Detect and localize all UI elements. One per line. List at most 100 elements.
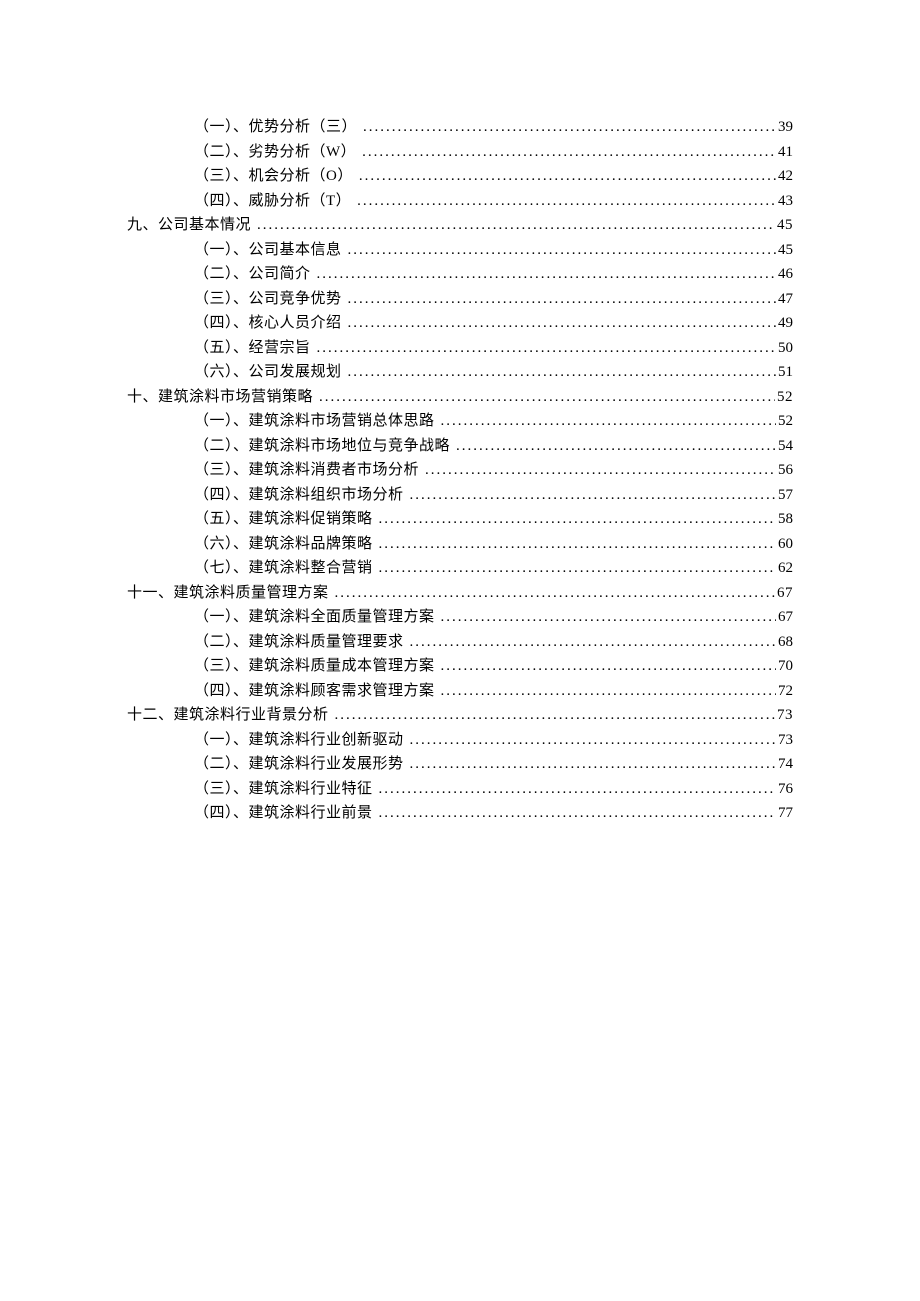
- toc-entry: （七）、建筑涂料整合营销 62: [194, 556, 793, 581]
- toc-entry-page: 45: [777, 213, 793, 238]
- toc-entry-label: （一）、建筑涂料行业创新驱动: [194, 728, 404, 753]
- toc-leader-dots: [441, 605, 776, 630]
- toc-entry-page: 74: [778, 752, 793, 777]
- toc-entry: 十、建筑涂料市场营销策略 52: [127, 385, 793, 410]
- toc-entry: （五）、经营宗旨50: [194, 336, 793, 361]
- toc-leader-dots: [335, 703, 775, 728]
- toc-entry-page: 67: [778, 605, 793, 630]
- toc-entry-page: 76: [778, 777, 793, 802]
- toc-leader-dots: [379, 532, 776, 557]
- toc-entry-label: （四）、核心人员介绍: [194, 311, 342, 336]
- toc-entry: 九、公司基本情况 45: [127, 213, 793, 238]
- toc-entry: （六）、公司发展规划 51: [194, 360, 793, 385]
- toc-leader-dots: [456, 434, 776, 459]
- toc-entry-label: 十二、建筑涂料行业背景分析: [127, 703, 329, 728]
- toc-entry: （四）、建筑涂料行业前景 77: [194, 801, 793, 826]
- toc-entry-label: 十一、建筑涂料质量管理方案: [127, 581, 329, 606]
- toc-entry: （二）、建筑涂料市场地位与竞争战略 54: [194, 434, 793, 459]
- toc-entry: （一）、优势分析（三） 39: [194, 115, 793, 140]
- toc-entry-page: 68: [778, 630, 793, 655]
- toc-leader-dots: [379, 556, 776, 581]
- toc-entry-page: 43: [778, 189, 793, 214]
- toc-leader-dots: [348, 311, 776, 336]
- table-of-contents: （一）、优势分析（三）39（二）、劣势分析（W）41（三）、机会分析（O）42（…: [127, 115, 793, 826]
- toc-entry: （一）、建筑涂料市场营销总体思路52: [194, 409, 793, 434]
- toc-entry-page: 47: [778, 287, 793, 312]
- toc-entry-page: 51: [778, 360, 793, 385]
- toc-entry-page: 42: [778, 164, 793, 189]
- toc-entry: （四）、建筑涂料组织市场分析 57: [194, 483, 793, 508]
- toc-entry-label: （三）、公司竞争优势: [194, 287, 342, 312]
- toc-leader-dots: [335, 581, 775, 606]
- toc-entry: 十二、建筑涂料行业背景分析 73: [127, 703, 793, 728]
- toc-entry-page: 73: [777, 703, 793, 728]
- toc-leader-dots: [359, 164, 776, 189]
- toc-entry-label: （四）、建筑涂料组织市场分析: [194, 483, 404, 508]
- toc-entry-label: 九、公司基本情况: [127, 213, 251, 238]
- toc-entry-page: 67: [777, 581, 793, 606]
- toc-leader-dots: [362, 140, 776, 165]
- toc-leader-dots: [410, 630, 776, 655]
- toc-leader-dots: [379, 801, 776, 826]
- toc-entry-label: （一）、公司基本信息: [194, 238, 342, 263]
- toc-entry: （四）、威胁分析（T） 43: [194, 189, 793, 214]
- toc-entry: （五）、建筑涂料促销策略58: [194, 507, 793, 532]
- toc-leader-dots: [317, 336, 776, 361]
- toc-entry-page: 58: [778, 507, 793, 532]
- toc-leader-dots: [410, 728, 776, 753]
- toc-entry-page: 72: [778, 679, 793, 704]
- toc-entry-page: 56: [778, 458, 793, 483]
- toc-entry-page: 57: [778, 483, 793, 508]
- toc-entry: （二）、劣势分析（W）41: [194, 140, 793, 165]
- toc-entry-label: （二）、公司简介: [194, 262, 311, 287]
- toc-entry-label: （二）、建筑涂料市场地位与竞争战略: [194, 434, 450, 459]
- toc-leader-dots: [317, 262, 776, 287]
- toc-entry-label: （七）、建筑涂料整合营销: [194, 556, 373, 581]
- toc-entry: （六）、建筑涂料品牌策略 60: [194, 532, 793, 557]
- toc-entry-page: 60: [778, 532, 793, 557]
- toc-entry-label: （一）、建筑涂料全面质量管理方案: [194, 605, 435, 630]
- toc-entry-page: 70: [778, 654, 793, 679]
- toc-entry-page: 62: [778, 556, 793, 581]
- toc-entry-label: （四）、建筑涂料行业前景: [194, 801, 373, 826]
- toc-leader-dots: [379, 777, 776, 802]
- toc-entry-page: 39: [778, 115, 793, 140]
- toc-leader-dots: [348, 360, 776, 385]
- toc-leader-dots: [441, 409, 776, 434]
- toc-entry-page: 46: [778, 262, 793, 287]
- toc-entry-label: 十、建筑涂料市场营销策略: [127, 385, 313, 410]
- toc-leader-dots: [319, 385, 775, 410]
- toc-leader-dots: [410, 483, 776, 508]
- toc-entry-page: 77: [778, 801, 793, 826]
- toc-leader-dots: [425, 458, 776, 483]
- toc-entry: （三）、建筑涂料质量成本管理方案70: [194, 654, 793, 679]
- toc-entry: （三）、建筑涂料行业特征76: [194, 777, 793, 802]
- toc-leader-dots: [379, 507, 776, 532]
- toc-leader-dots: [441, 654, 776, 679]
- toc-entry: （三）、机会分析（O） 42: [194, 164, 793, 189]
- toc-entry: （二）、建筑涂料行业发展形势74: [194, 752, 793, 777]
- toc-entry: 十一、建筑涂料质量管理方案 67: [127, 581, 793, 606]
- toc-entry: （一）、公司基本信息 45: [194, 238, 793, 263]
- toc-entry-label: （五）、经营宗旨: [194, 336, 311, 361]
- toc-entry: （二）、建筑涂料质量管理要求68: [194, 630, 793, 655]
- toc-entry-page: 45: [778, 238, 793, 263]
- toc-leader-dots: [348, 238, 776, 263]
- toc-leader-dots: [441, 679, 776, 704]
- toc-entry-label: （四）、威胁分析（T）: [194, 189, 351, 214]
- toc-entry: （四）、建筑涂料顾客需求管理方案 72: [194, 679, 793, 704]
- toc-entry-label: （六）、建筑涂料品牌策略: [194, 532, 373, 557]
- toc-entry-label: （一）、建筑涂料市场营销总体思路: [194, 409, 435, 434]
- toc-entry-label: （四）、建筑涂料顾客需求管理方案: [194, 679, 435, 704]
- toc-entry-page: 54: [778, 434, 793, 459]
- toc-entry-label: （六）、公司发展规划: [194, 360, 342, 385]
- toc-entry-page: 52: [777, 385, 793, 410]
- toc-entry: （三）、公司竞争优势 47: [194, 287, 793, 312]
- toc-entry: （二）、公司简介 46: [194, 262, 793, 287]
- toc-entry-label: （一）、优势分析（三）: [194, 115, 357, 140]
- toc-entry-label: （三）、机会分析（O）: [194, 164, 353, 189]
- toc-entry-label: （三）、建筑涂料消费者市场分析: [194, 458, 419, 483]
- toc-entry: （一）、建筑涂料行业创新驱动73: [194, 728, 793, 753]
- toc-entry: （一）、建筑涂料全面质量管理方案 67: [194, 605, 793, 630]
- toc-entry-label: （二）、劣势分析（W）: [194, 140, 356, 165]
